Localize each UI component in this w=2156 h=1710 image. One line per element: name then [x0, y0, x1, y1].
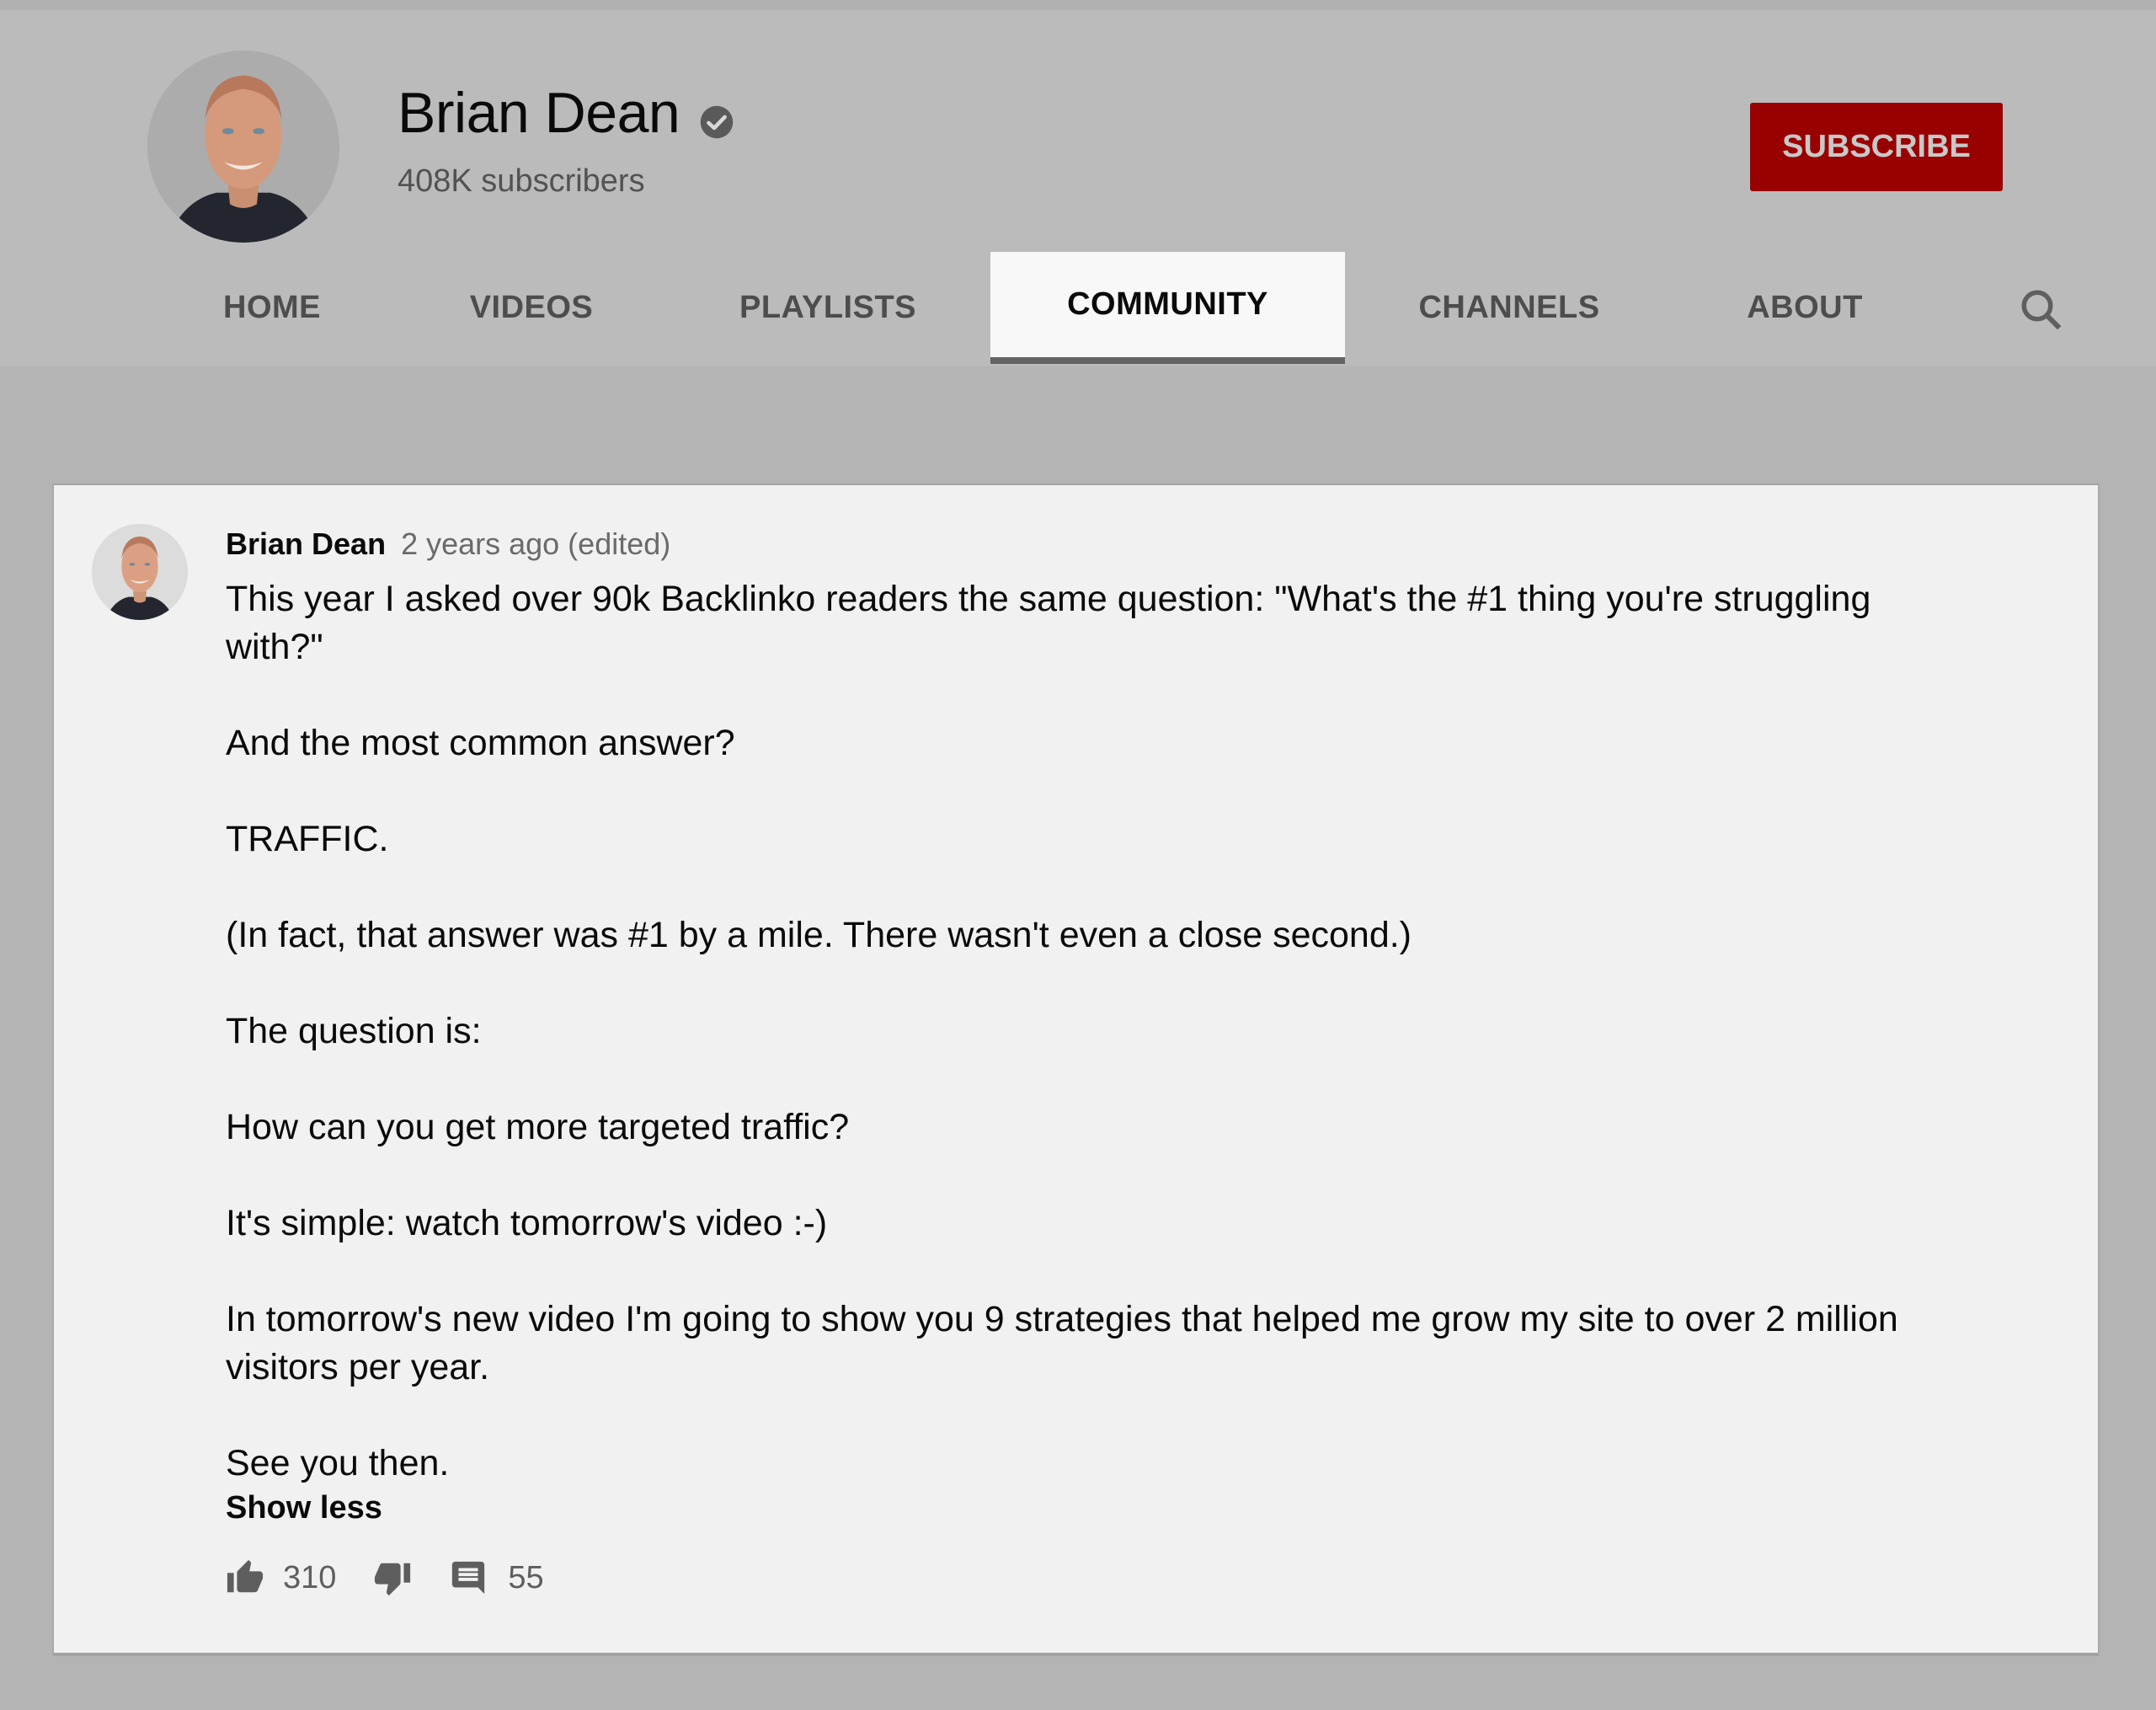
post-paragraph: This year I asked over 90k Backlinko rea… [226, 579, 1871, 667]
channel-name: Brian Dean [398, 81, 680, 145]
post-author-avatar[interactable] [92, 524, 188, 620]
subscriber-count: 408K subscribers [398, 163, 645, 199]
post-timestamp[interactable]: 2 years ago (edited) [401, 526, 670, 561]
like-button[interactable]: 310 [226, 1558, 336, 1597]
post-actions: 310 55 [226, 1554, 544, 1601]
tab-about[interactable]: ABOUT [1726, 252, 1883, 364]
verified-check-icon [700, 105, 734, 139]
thumbs-down-icon [375, 1563, 411, 1596]
tab-home[interactable]: HOME [194, 252, 350, 364]
comment-button[interactable]: 55 [449, 1558, 544, 1597]
search-icon[interactable] [2016, 285, 2067, 335]
tab-videos[interactable]: VIDEOS [441, 252, 622, 364]
tab-label: CHANNELS [1418, 290, 1600, 325]
tab-label: PLAYLISTS [739, 290, 917, 325]
tab-label: HOME [223, 290, 321, 325]
post-body: This year I asked over 90k Backlinko rea… [226, 575, 1910, 1488]
tab-label: COMMUNITY [1067, 286, 1268, 322]
tab-playlists[interactable]: PLAYLISTS [724, 252, 931, 364]
post-paragraph: It's simple: watch tomorrow's video :-) [226, 1203, 828, 1243]
avatar-portrait [147, 51, 339, 243]
show-less-link[interactable]: Show less [226, 1489, 382, 1526]
top-strip [0, 0, 2156, 10]
comment-count: 55 [508, 1559, 544, 1595]
like-count: 310 [283, 1559, 337, 1595]
tab-community[interactable]: COMMUNITY [990, 252, 1345, 364]
tab-channels[interactable]: CHANNELS [1406, 252, 1612, 364]
post-header: Brian Dean 2 years ago (edited) [226, 527, 670, 561]
post-paragraph: (In fact, that answer was #1 by a mile. … [226, 915, 1412, 955]
post-paragraph: The question is: [226, 1011, 482, 1051]
avatar-portrait [92, 524, 188, 620]
channel-avatar[interactable] [147, 51, 339, 243]
thumbs-up-icon [227, 1559, 264, 1593]
post-paragraph: See you then. [226, 1443, 450, 1483]
comment-icon [452, 1561, 485, 1595]
post-paragraph: In tomorrow's new video I'm going to sho… [226, 1299, 1898, 1387]
post-author[interactable]: Brian Dean [226, 526, 386, 561]
tab-label: ABOUT [1747, 290, 1863, 325]
post-paragraph: And the most common answer? [226, 723, 735, 763]
post-paragraph: How can you get more targeted traffic? [226, 1107, 850, 1147]
dislike-button[interactable] [373, 1558, 412, 1597]
subscribe-button[interactable]: SUBSCRIBE [1750, 103, 2003, 191]
tab-label: VIDEOS [469, 290, 594, 325]
post-paragraph: TRAFFIC. [226, 819, 389, 859]
